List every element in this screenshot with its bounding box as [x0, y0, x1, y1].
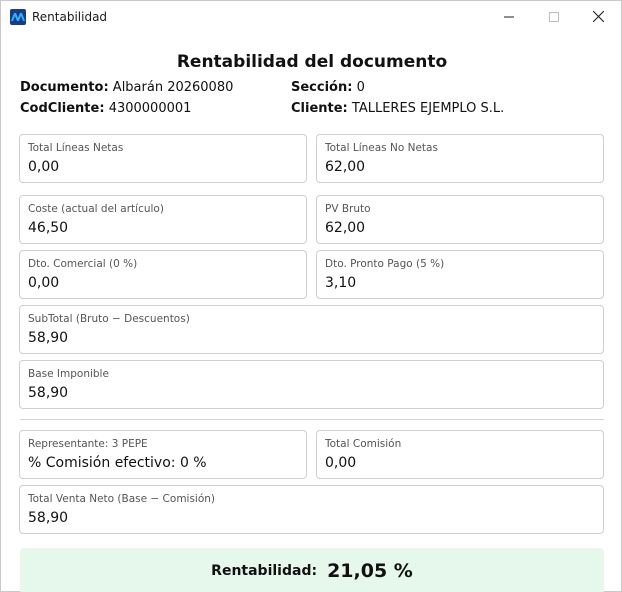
- seccion-row: Sección: 0: [291, 80, 365, 95]
- title-bar[interactable]: Rentabilidad: [1, 1, 621, 32]
- field-coste: Coste (actual del artículo) 46,50: [19, 195, 307, 244]
- field-value: 46,50: [28, 220, 69, 236]
- documento-value: Albarán 20260080: [112, 80, 234, 95]
- field-label: Dto. Comercial (0 %): [28, 258, 138, 270]
- field-label: SubTotal (Bruto − Descuentos): [28, 313, 190, 325]
- app-icon: [10, 8, 26, 25]
- cliente-value: TALLERES EJEMPLO S.L.: [351, 101, 505, 116]
- field-representante: Representante: 3 PEPE % Comisión efectiv…: [19, 430, 307, 479]
- field-total-venta-neto: Total Venta Neto (Base − Comisión) 58,90: [19, 485, 604, 534]
- maximize-icon: [548, 11, 559, 22]
- seccion-label: Sección:: [291, 80, 353, 95]
- minimize-button[interactable]: [486, 1, 531, 32]
- page-title: Rentabilidad del documento: [176, 52, 448, 72]
- field-label: Dto. Pronto Pago (5 %): [325, 258, 445, 270]
- documento-row: Documento: Albarán 20260080: [20, 80, 233, 95]
- cliente-row: Cliente: TALLERES EJEMPLO S.L.: [291, 101, 504, 116]
- field-label: PV Bruto: [325, 203, 371, 215]
- rentabilidad-label: Rentabilidad:: [211, 563, 318, 579]
- field-value: 3,10: [325, 275, 357, 291]
- content-area: Rentabilidad del documento Documento: Al…: [19, 32, 605, 120]
- codcliente-value: 4300000001: [108, 101, 192, 116]
- field-value: 58,90: [28, 330, 69, 346]
- field-pv-bruto: PV Bruto 62,00: [316, 195, 604, 244]
- field-base-imponible: Base Imponible 58,90: [19, 360, 604, 409]
- field-value: 0,00: [28, 159, 60, 175]
- field-total-lineas-no-netas: Total Líneas No Netas 62,00: [316, 134, 604, 183]
- field-value: 62,00: [325, 159, 366, 175]
- field-value: % Comisión efectivo: 0 %: [28, 455, 207, 471]
- codcliente-label: CodCliente:: [20, 101, 105, 116]
- field-label: Total Líneas Netas: [28, 142, 124, 154]
- field-dto-comercial: Dto. Comercial (0 %) 0,00: [19, 250, 307, 299]
- rentabilidad-window: Rentabilidad Rentabilidad del documento …: [0, 0, 622, 592]
- field-label: Base Imponible: [28, 368, 109, 380]
- field-label: Total Líneas No Netas: [325, 142, 438, 154]
- field-value: 0,00: [28, 275, 60, 291]
- seccion-value: 0: [356, 80, 365, 95]
- field-label: Total Comisión: [325, 438, 402, 450]
- field-value: 0,00: [325, 455, 357, 471]
- field-label: Coste (actual del artículo): [28, 203, 164, 215]
- field-subtotal: SubTotal (Bruto − Descuentos) 58,90: [19, 305, 604, 354]
- codcliente-row: CodCliente: 4300000001: [20, 101, 191, 116]
- field-label: Total Venta Neto (Base − Comisión): [28, 493, 216, 505]
- section-divider: [20, 419, 604, 420]
- minimize-icon: [503, 16, 514, 17]
- field-value: 62,00: [325, 220, 366, 236]
- field-total-comision: Total Comisión 0,00: [316, 430, 604, 479]
- rentabilidad-value: 21,05 %: [327, 560, 413, 582]
- document-info: Documento: Albarán 20260080 Sección: 0 C…: [19, 80, 605, 120]
- field-total-lineas-netas: Total Líneas Netas 0,00: [19, 134, 307, 183]
- close-button[interactable]: [576, 1, 621, 32]
- close-icon: [593, 11, 604, 22]
- field-label: Representante: 3 PEPE: [28, 438, 148, 450]
- field-dto-pronto-pago: Dto. Pronto Pago (5 %) 3,10: [316, 250, 604, 299]
- maximize-button[interactable]: [531, 1, 576, 32]
- field-value: 58,90: [28, 510, 69, 526]
- field-value: 58,90: [28, 385, 69, 401]
- window-title: Rentabilidad: [32, 9, 108, 24]
- rentabilidad-result: Rentabilidad: 21,05 %: [20, 548, 604, 592]
- cliente-label: Cliente:: [291, 101, 348, 116]
- documento-label: Documento:: [20, 80, 109, 95]
